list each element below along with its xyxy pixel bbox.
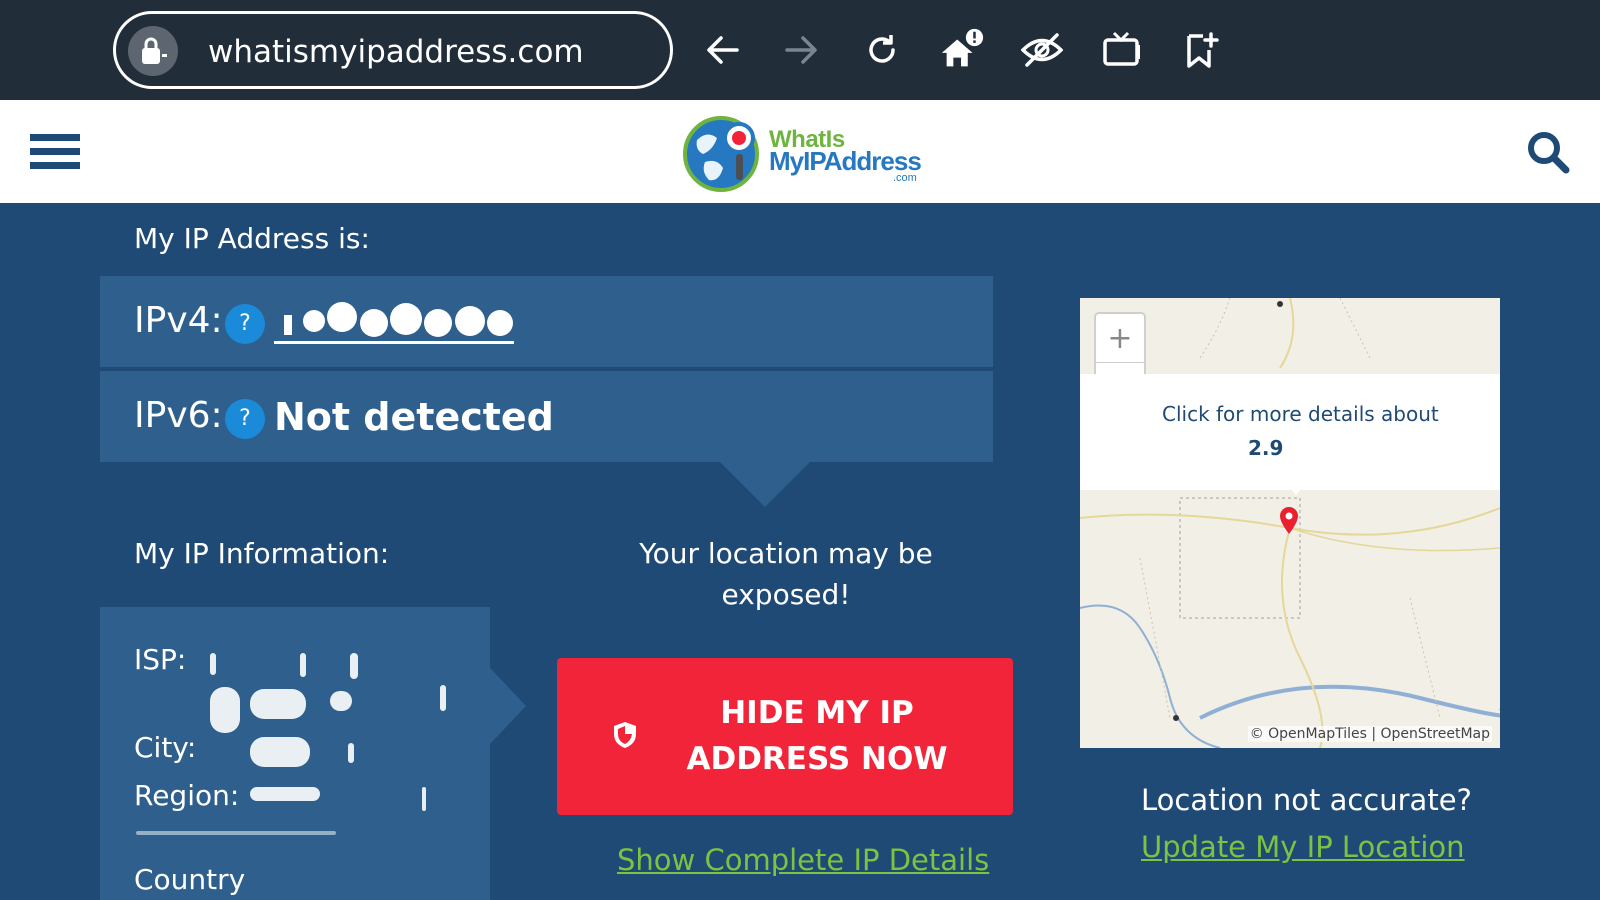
site-info-button[interactable] xyxy=(128,26,178,76)
location-pin-icon[interactable] xyxy=(1278,505,1300,535)
hide-ip-button-label: HIDE MY IP ADDRESS NOW xyxy=(686,695,948,777)
ipv6-row: IPv6: ? Not detected xyxy=(100,371,993,462)
bookmark-add-icon xyxy=(1187,32,1219,68)
map-attribution[interactable]: © OpenMapTiles | OpenStreetMap xyxy=(1247,726,1492,742)
globe-logo-icon xyxy=(683,116,759,192)
ip-heading: My IP Address is: xyxy=(134,222,370,255)
menu-icon xyxy=(30,134,80,169)
region-label: Region: xyxy=(134,779,240,812)
url-text: whatismyipaddress.com xyxy=(208,34,584,70)
map-popup[interactable]: Click for more details about 2.9 xyxy=(1080,374,1500,490)
zoom-in-button[interactable]: + xyxy=(1096,314,1144,362)
add-bookmark-button[interactable] xyxy=(1178,26,1226,74)
lock-icon xyxy=(142,37,167,64)
ipv6-value: Not detected xyxy=(274,395,554,439)
hide-ip-button[interactable]: HIDE MY IP ADDRESS NOW xyxy=(557,658,1013,815)
ipv4-row: IPv4: ? xyxy=(100,276,993,367)
back-arrow-icon xyxy=(707,36,739,64)
menu-button[interactable] xyxy=(30,134,80,170)
back-button[interactable] xyxy=(698,26,746,74)
info-heading: My IP Information: xyxy=(134,537,390,570)
reload-button[interactable] xyxy=(858,26,906,74)
ip-box-pointer xyxy=(720,462,810,507)
location-map[interactable]: + − Click for more details about 2.9 © O… xyxy=(1080,298,1500,748)
ip-info-box: ISP: City: Region: Country xyxy=(100,607,490,900)
address-bar[interactable]: whatismyipaddress.com xyxy=(113,11,673,89)
search-button[interactable] xyxy=(1526,130,1570,178)
ipv4-redacted-value xyxy=(274,302,514,344)
home-icon xyxy=(941,28,984,67)
map-popup-text: Click for more details about xyxy=(1162,402,1439,426)
shield-icon xyxy=(614,722,636,748)
country-label: Country xyxy=(134,863,246,896)
show-details-link[interactable]: Show Complete IP Details xyxy=(617,843,989,877)
hide-images-button[interactable] xyxy=(1018,26,1066,74)
location-warning: Your location may be exposed! xyxy=(639,537,933,611)
isp-label: ISP: xyxy=(134,643,187,676)
ipv6-label: IPv6: xyxy=(134,395,223,436)
isp-redacted-value xyxy=(210,653,216,675)
location-question: Location not accurate? xyxy=(1141,783,1472,817)
tv-icon xyxy=(1103,31,1140,66)
region-redacted-value xyxy=(250,787,320,801)
search-icon xyxy=(1528,132,1570,174)
ipv4-help-icon[interactable]: ? xyxy=(225,304,265,344)
map-popup-value: 2.9 xyxy=(1248,436,1284,460)
info-box-arrow xyxy=(490,668,526,744)
city-label: City: xyxy=(134,731,197,764)
ipv6-help-icon[interactable]: ? xyxy=(225,399,265,439)
city-redacted-value xyxy=(250,737,310,767)
site-header: WhatIs MyIPAddress .com xyxy=(0,100,1600,203)
ipv4-label: IPv4: xyxy=(134,300,223,341)
site-logo[interactable]: WhatIs MyIPAddress .com xyxy=(683,110,923,194)
forward-button[interactable] xyxy=(778,26,826,74)
reload-icon xyxy=(869,35,895,63)
browser-toolbar: whatismyipaddress.com xyxy=(0,0,1600,100)
home-button[interactable] xyxy=(938,26,986,74)
eye-off-icon xyxy=(1021,33,1063,67)
logo-suffix: .com xyxy=(893,172,917,184)
media-button[interactable] xyxy=(1098,26,1146,74)
forward-arrow-icon xyxy=(785,36,817,64)
update-location-link[interactable]: Update My IP Location xyxy=(1141,830,1465,864)
